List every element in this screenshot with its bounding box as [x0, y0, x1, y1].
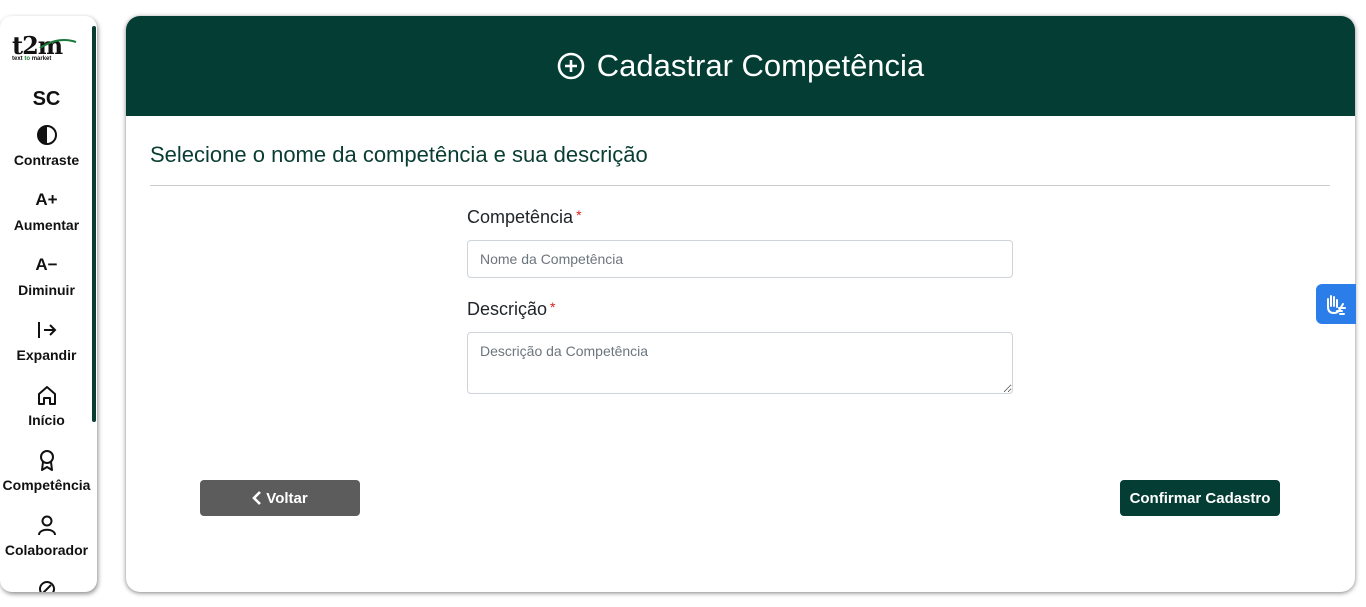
descricao-textarea[interactable] [467, 332, 1013, 394]
award-icon [0, 449, 93, 473]
back-button-label: Voltar [266, 489, 308, 507]
required-marker: * [550, 299, 556, 315]
logo-sub-text: text to market [12, 56, 52, 62]
page-title: Cadastrar Competência [596, 48, 925, 83]
sidebar-item-inicio[interactable]: Início [0, 384, 93, 428]
required-marker: * [576, 207, 582, 223]
person-icon [0, 514, 93, 538]
sidebar-item-aumentar[interactable]: A+ Aumentar [0, 189, 93, 233]
confirm-button-label: Confirmar Cadastro [1129, 489, 1271, 507]
card-header: Cadastrar Competência [126, 16, 1355, 116]
plus-circle-icon [557, 52, 585, 80]
home-icon [0, 384, 93, 408]
sidebar-item-expandir[interactable]: Expandir [0, 319, 93, 363]
sidebar-item-contraste[interactable]: Contraste [0, 124, 93, 168]
sidebar-item-label: Contraste [13, 152, 80, 168]
sidebar-item-label: Colaborador [4, 542, 89, 558]
register-competence-card: Cadastrar Competência Selecione o nome d… [126, 16, 1355, 592]
section-divider [150, 185, 1330, 186]
sidebar-item-label: Expandir [16, 347, 77, 363]
decrease-font-icon: A− [35, 255, 58, 274]
tools-icon [0, 578, 93, 592]
sidebar-item-label: Início [28, 412, 65, 428]
sign-language-widget-button[interactable] [1316, 284, 1356, 324]
competencia-input[interactable] [467, 240, 1013, 278]
contrast-icon [0, 124, 93, 148]
sign-language-hands-icon [1327, 295, 1346, 315]
sidebar-item-colaborador[interactable]: Colaborador [0, 514, 93, 558]
descricao-label: Descrição * [467, 299, 556, 319]
sidebar-item-ferramentas[interactable] [0, 578, 93, 592]
expand-icon [0, 319, 93, 343]
sidebar-item-label: Diminuir [18, 282, 75, 298]
chevron-left-icon [252, 491, 262, 505]
sidebar-item-competencia[interactable]: Competência [0, 449, 93, 493]
sidebar-item-label: Competência [2, 477, 91, 493]
section-title: Selecione o nome da competência e sua de… [150, 142, 648, 167]
t2m-logo: t2m text to market [12, 34, 78, 66]
sidebar-item-diminuir[interactable]: A− Diminuir [0, 254, 93, 298]
logo-swoosh-icon [39, 39, 77, 49]
sidebar-item-label: Aumentar [13, 217, 80, 233]
org-label: SC [32, 88, 61, 110]
competencia-label: Competência * [467, 207, 582, 227]
back-button[interactable]: Voltar [200, 480, 360, 516]
confirm-button[interactable]: Confirmar Cadastro [1120, 480, 1280, 516]
increase-font-icon: A+ [35, 190, 58, 209]
sidebar: t2m text to market SC Contraste A+ Aumen… [0, 16, 97, 592]
